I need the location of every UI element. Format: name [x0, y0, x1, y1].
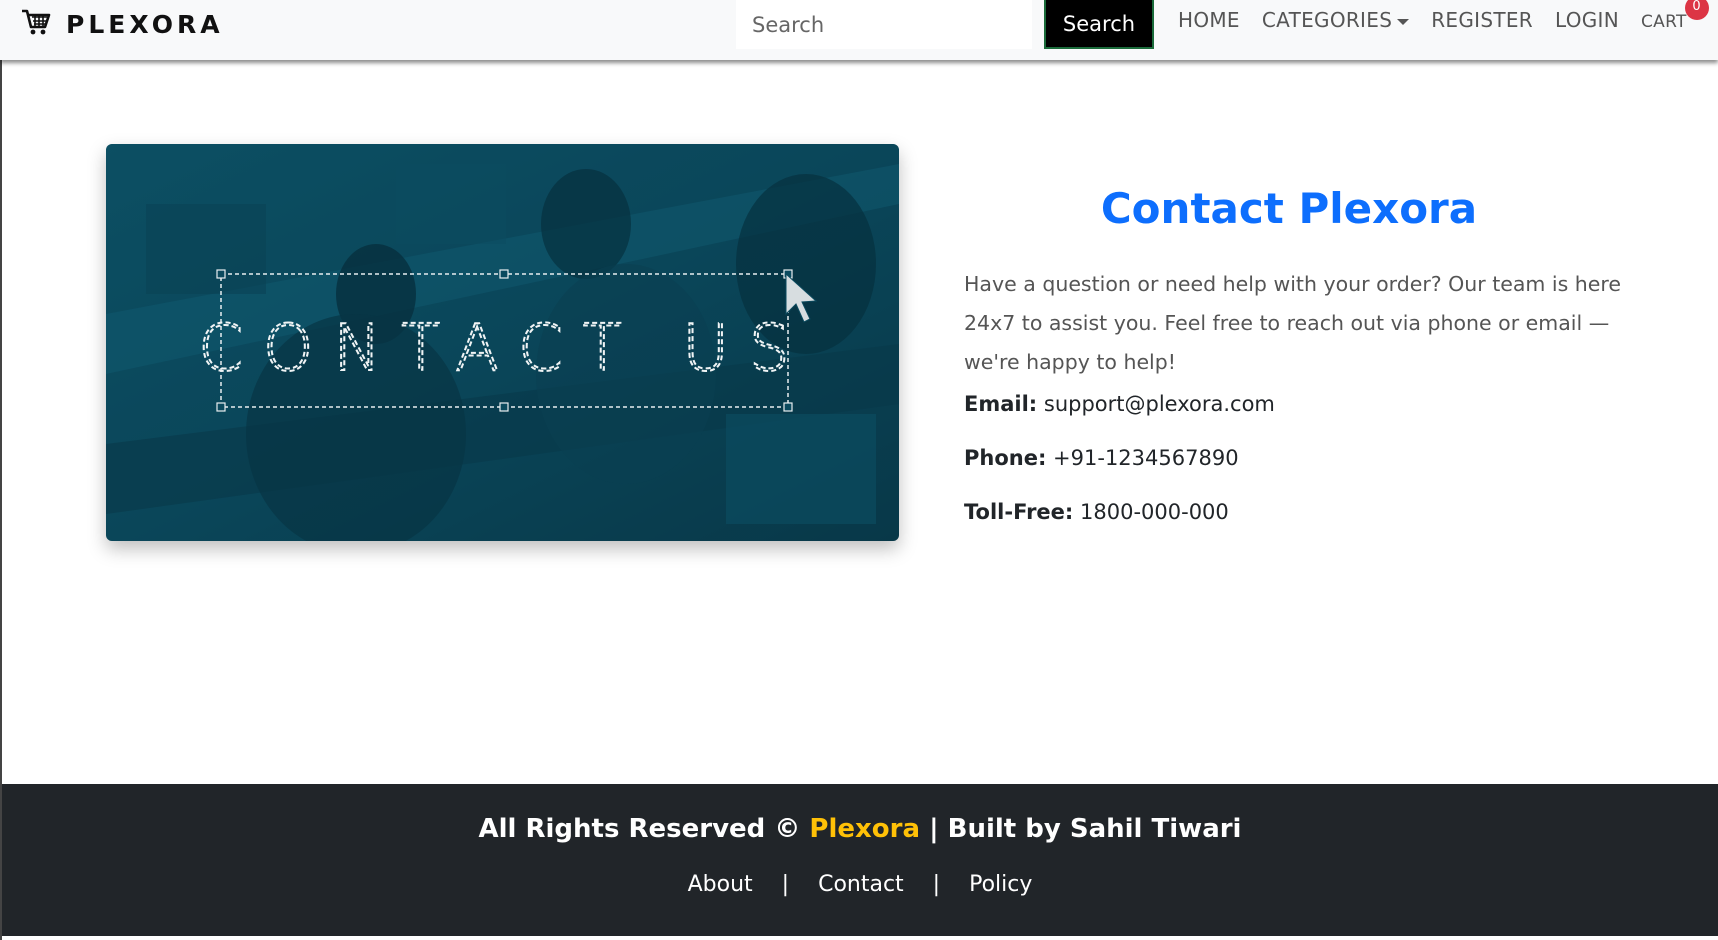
footer-separator: |: [781, 872, 790, 897]
footer-link-policy[interactable]: Policy: [969, 872, 1032, 897]
tollfree-row: Toll-Free: 1800-000-000: [964, 500, 1229, 524]
contact-us-banner-image: CONTACT US: [106, 144, 899, 541]
footer-rights-suffix: | Built by Sahil Tiwari: [929, 814, 1242, 844]
phone-value[interactable]: +91-1234567890: [1053, 446, 1239, 470]
cart-count-badge: 0: [1684, 0, 1709, 20]
nav-cart[interactable]: CART 0: [1641, 0, 1709, 32]
footer-link-contact[interactable]: Contact: [818, 872, 904, 897]
search-button[interactable]: Search: [1044, 0, 1154, 49]
email-value[interactable]: support@plexora.com: [1044, 392, 1275, 416]
banner-overlay-text: CONTACT US: [198, 312, 809, 386]
nav-register[interactable]: REGISTER: [1431, 8, 1533, 32]
search-input[interactable]: [736, 0, 1032, 49]
email-row: Email: support@plexora.com: [964, 392, 1275, 416]
footer-links: About | Contact | Policy: [2, 872, 1718, 897]
contact-title: Contact Plexora: [1100, 184, 1478, 234]
nav-categories-label: CATEGORIES: [1261, 8, 1393, 32]
brand[interactable]: PLEXORA: [20, 4, 224, 44]
shopping-cart-icon: [20, 6, 52, 42]
phone-row: Phone: +91-1234567890: [964, 446, 1239, 470]
nav-links: HOME CATEGORIES REGISTER LOGIN CART 0: [1178, 0, 1709, 32]
footer-copyright: All Rights Reserved © Plexora | Built by…: [2, 814, 1718, 844]
phone-label: Phone:: [964, 446, 1047, 470]
footer-separator: |: [932, 872, 941, 897]
nav-login[interactable]: LOGIN: [1555, 8, 1619, 32]
footer-brand: Plexora: [809, 814, 921, 844]
footer-rights-prefix: All Rights Reserved ©: [478, 814, 801, 844]
footer: All Rights Reserved © Plexora | Built by…: [2, 784, 1718, 936]
navbar: PLEXORA Search HOME CATEGORIES REGISTER …: [0, 0, 1718, 60]
nav-cart-label: CART: [1641, 12, 1687, 32]
nav-home[interactable]: HOME: [1178, 8, 1240, 32]
footer-link-about[interactable]: About: [688, 872, 753, 897]
nav-categories-dropdown[interactable]: CATEGORIES: [1261, 8, 1410, 32]
caret-down-icon: [1397, 18, 1410, 25]
tollfree-label: Toll-Free:: [964, 500, 1074, 524]
contact-description: Have a question or need help with your o…: [964, 271, 1622, 374]
brand-name: PLEXORA: [66, 9, 224, 39]
tollfree-value[interactable]: 1800-000-000: [1080, 500, 1229, 524]
email-label: Email:: [964, 392, 1038, 416]
